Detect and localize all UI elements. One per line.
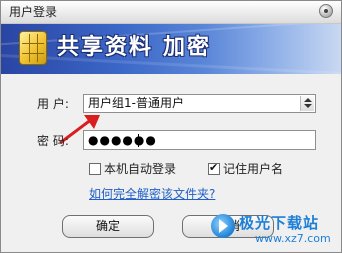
banner: 共享资料 加密 (1, 24, 341, 74)
watermark-url: www.xz7.com (255, 232, 331, 245)
auto-login-checkbox[interactable] (89, 163, 101, 175)
watermark-title: 极光下载站 (239, 214, 320, 232)
remember-user-label[interactable]: 记住用户名 (223, 161, 283, 177)
watermark: 极光下载站 www.xz7.com (211, 210, 337, 250)
text-caret (138, 134, 139, 147)
remember-user-checkbox[interactable] (208, 161, 220, 175)
window-title: 用户登录 (9, 5, 58, 19)
decrypt-help-link[interactable]: 如何完全解密该文件夹? (89, 186, 215, 202)
user-select-value: 用户组1-普通用户 (88, 96, 184, 110)
password-input[interactable]: ●●●●●● (83, 130, 316, 150)
title-bar: 用户登录 (1, 1, 341, 24)
banner-title: 共享资料 加密 (57, 34, 211, 62)
ok-button[interactable]: 确定 (62, 215, 154, 238)
user-label: 用 户: (37, 97, 69, 111)
banner-title-part2: 加密 (163, 35, 212, 60)
login-dialog: 用户登录 共享资料 加密 用 户: 用户组1-普通用户 密 码: ●●●●●● 本… (0, 0, 342, 253)
auto-login-label[interactable]: 本机自动登录 (104, 161, 176, 177)
user-select[interactable]: 用户组1-普通用户 (83, 94, 316, 113)
banner-title-part1: 共享资料 (57, 35, 154, 60)
smartcard-chip-icon (19, 31, 47, 65)
watermark-logo-icon (211, 214, 235, 238)
password-label: 密 码: (37, 134, 69, 148)
password-value: ●●●●●● (88, 133, 157, 147)
close-icon[interactable] (319, 4, 333, 18)
dropdown-arrow-icon[interactable] (300, 96, 314, 111)
